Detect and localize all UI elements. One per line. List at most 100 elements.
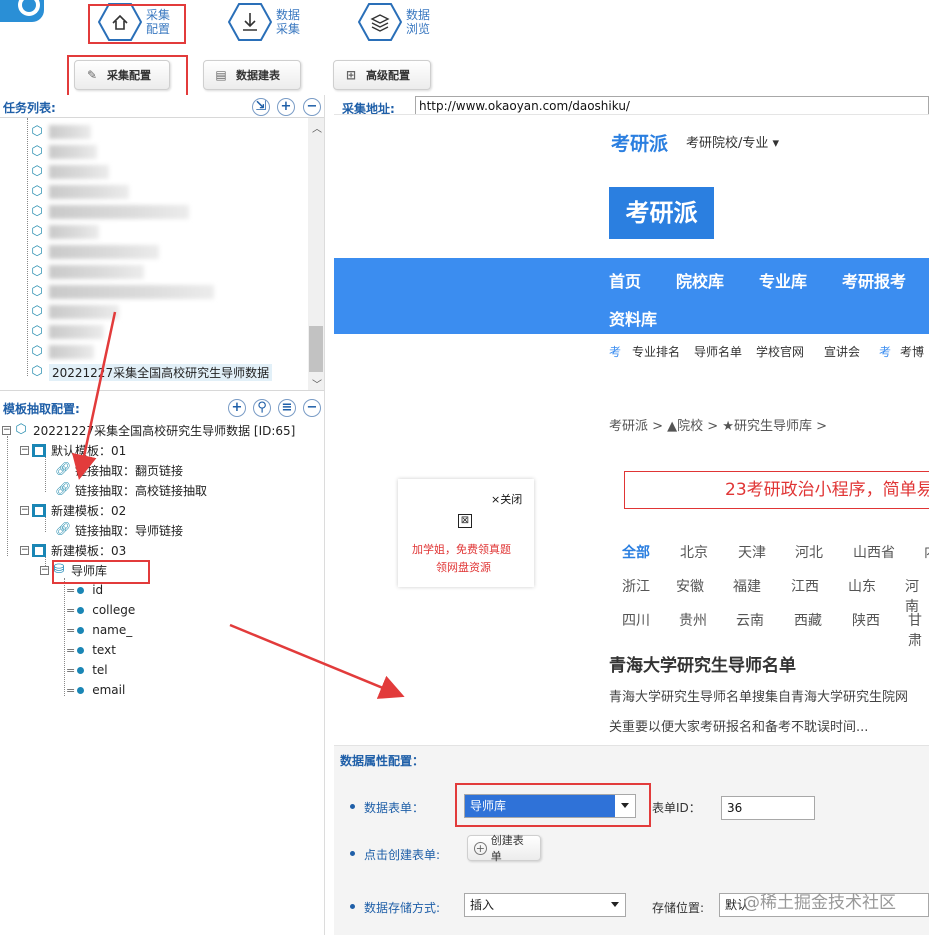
article-title[interactable]: 青海大学研究生导师名单 (609, 651, 796, 676)
subnav-item[interactable]: 导师名单 (694, 343, 742, 360)
city-filter[interactable]: 福建 (733, 576, 761, 596)
popup-close-button[interactable]: ×关闭 (491, 491, 522, 507)
subnav-item[interactable]: 宣讲会 (824, 343, 860, 360)
field-node[interactable]: = email (66, 680, 125, 700)
scroll-thumb[interactable] (309, 326, 323, 372)
add-task-button[interactable]: + (277, 98, 295, 116)
task-item[interactable]: ⬡ (30, 182, 129, 202)
task-item[interactable]: ⬡ (30, 222, 99, 242)
city-filter[interactable]: 四川 (622, 610, 650, 630)
cube-icon: ⬡ (31, 164, 43, 179)
scroll-down-icon[interactable]: ﹀ (312, 376, 322, 390)
promo-banner[interactable]: 23考研政治小程序，简单易 (624, 471, 929, 509)
template-label: 默认模板：01 (51, 443, 127, 458)
collapse-icon[interactable]: − (40, 565, 49, 575)
site-brand-menu[interactable]: 考研院校/专业 ▾ (686, 132, 779, 151)
subtab-advanced[interactable]: ⊞ 高级配置 (333, 60, 431, 90)
template-icon (32, 443, 46, 457)
template-icon (32, 503, 46, 517)
city-filter[interactable]: 浙江 (622, 576, 650, 596)
template-node[interactable]: − 新建模板：03 (20, 540, 126, 560)
site-brand[interactable]: 考研派 (611, 129, 668, 156)
collapse-icon[interactable]: − (2, 425, 11, 435)
city-filter[interactable]: 天津 (738, 542, 766, 562)
subtab-data-table[interactable]: ▤ 数据建表 (203, 60, 301, 90)
subnav-item[interactable]: 考博 (900, 343, 924, 360)
task-item[interactable]: ⬡ (30, 322, 104, 342)
nav-item[interactable]: 首页 (609, 268, 641, 292)
field-dash-icon: = (66, 623, 76, 637)
nav-item[interactable]: 专业库 (759, 268, 807, 292)
subnav-item[interactable]: 学校官网 (756, 343, 804, 360)
task-item[interactable]: ⬡ (30, 122, 91, 142)
tree-root[interactable]: − ⬡ 20221227采集全国高校研究生导师数据 [ID:65] (2, 420, 295, 440)
remove-task-button[interactable]: − (303, 98, 321, 116)
field-node[interactable]: = name_ (66, 620, 132, 640)
add-link-button[interactable]: ⚲ (253, 399, 271, 417)
city-filter[interactable]: 北京 (680, 542, 708, 562)
task-item[interactable]: ⬡ (30, 342, 94, 362)
remove-template-button[interactable]: − (303, 399, 321, 417)
task-list-scrollbar[interactable]: ︿ ﹀ (308, 118, 324, 390)
city-filter[interactable]: 甘肃 (908, 610, 929, 650)
collapse-icon[interactable]: − (20, 445, 29, 455)
task-item[interactable]: ⬡ (30, 202, 189, 222)
task-item[interactable]: ⬡ (30, 262, 144, 282)
city-filter[interactable]: 陕西 (852, 610, 880, 630)
link-node[interactable]: 🔗︎ 链接抽取：翻页链接 (55, 460, 183, 480)
template-label: 新建模板：02 (51, 503, 127, 518)
task-item[interactable]: ⬡ (30, 142, 97, 162)
article-text: 关重要以便大家考研报名和备考不耽误时间... (609, 720, 869, 735)
field-dash-icon: = (66, 643, 76, 657)
task-item[interactable]: ⬡ (30, 242, 159, 262)
template-node[interactable]: − 新建模板：02 (20, 500, 126, 520)
task-item-selected[interactable]: ⬡ 20221227采集全国高校研究生导师数据 (30, 362, 273, 382)
scroll-up-icon[interactable]: ︿ (312, 120, 322, 135)
form-id-input[interactable] (721, 796, 815, 820)
template-node[interactable]: − 默认模板：01 (20, 440, 126, 460)
database-icon[interactable]: ≡ (278, 399, 296, 417)
task-item[interactable]: ⬡ (30, 302, 119, 322)
city-filter[interactable]: 山西省 (853, 542, 895, 562)
add-template-button[interactable]: + (228, 399, 246, 417)
template-icon (32, 543, 46, 557)
field-node[interactable]: = tel (66, 660, 108, 680)
link-icon: 🔗︎ (55, 522, 72, 537)
site-logo[interactable]: 考研派 (609, 187, 714, 239)
nav-item[interactable]: 考研报考 (842, 268, 906, 292)
nav-item[interactable]: 院校库 (676, 268, 724, 292)
city-filter[interactable]: 河北 (795, 542, 823, 562)
task-item[interactable]: ⬡ (30, 162, 109, 182)
storage-select[interactable]: 插入 (464, 893, 626, 917)
field-node[interactable]: = college (66, 600, 135, 620)
city-filter[interactable]: 全部 (622, 542, 650, 562)
download-icon (228, 2, 272, 42)
data-collect-button[interactable]: 数据 采集 (228, 2, 300, 42)
subnav-item[interactable]: 专业排名 (632, 343, 680, 360)
city-filter[interactable]: 内 (924, 542, 929, 562)
link-node[interactable]: 🔗︎ 链接抽取：导师链接 (55, 520, 183, 540)
link-node[interactable]: 🔗︎ 链接抽取：高校链接抽取 (55, 480, 207, 500)
city-filter[interactable]: 安徽 (676, 576, 704, 596)
collapse-icon[interactable]: − (20, 545, 29, 555)
create-form-button[interactable]: + 创建表单 (467, 834, 541, 863)
city-filter[interactable]: 贵州 (679, 610, 707, 630)
city-filter[interactable]: 西藏 (794, 610, 822, 630)
import-icon[interactable]: ⇲ (252, 98, 270, 116)
template-tree: − ⬡ 20221227采集全国高校研究生导师数据 [ID:65] − 默认模板：01… (0, 420, 324, 710)
url-input[interactable] (415, 96, 929, 116)
link-icon: 🔗︎ (55, 482, 72, 497)
city-filter[interactable]: 山东 (848, 576, 876, 596)
breadcrumb[interactable]: 考研派 > ▲院校 > ★研究生导师库 > (609, 415, 827, 434)
collapse-icon[interactable]: − (20, 505, 29, 515)
cube-icon: ⬡ (31, 284, 43, 299)
data-browse-button[interactable]: 数据 浏览 (358, 2, 430, 42)
nav-item[interactable]: 资料库 (609, 306, 657, 330)
field-node[interactable]: = text (66, 640, 116, 660)
task-item[interactable]: ⬡ (30, 282, 214, 302)
city-filter[interactable]: 云南 (736, 610, 764, 630)
city-filter[interactable]: 江西 (791, 576, 819, 596)
subnav-tag: 考 (609, 345, 622, 359)
location-label: 存储位置: (652, 901, 705, 915)
task-list[interactable]: ⬡ ⬡ ⬡ ⬡ ⬡ ⬡ ⬡ ⬡ ⬡ ⬡ ⬡ ⬡ ⬡ 20221227采集全国高校研… (0, 117, 324, 391)
